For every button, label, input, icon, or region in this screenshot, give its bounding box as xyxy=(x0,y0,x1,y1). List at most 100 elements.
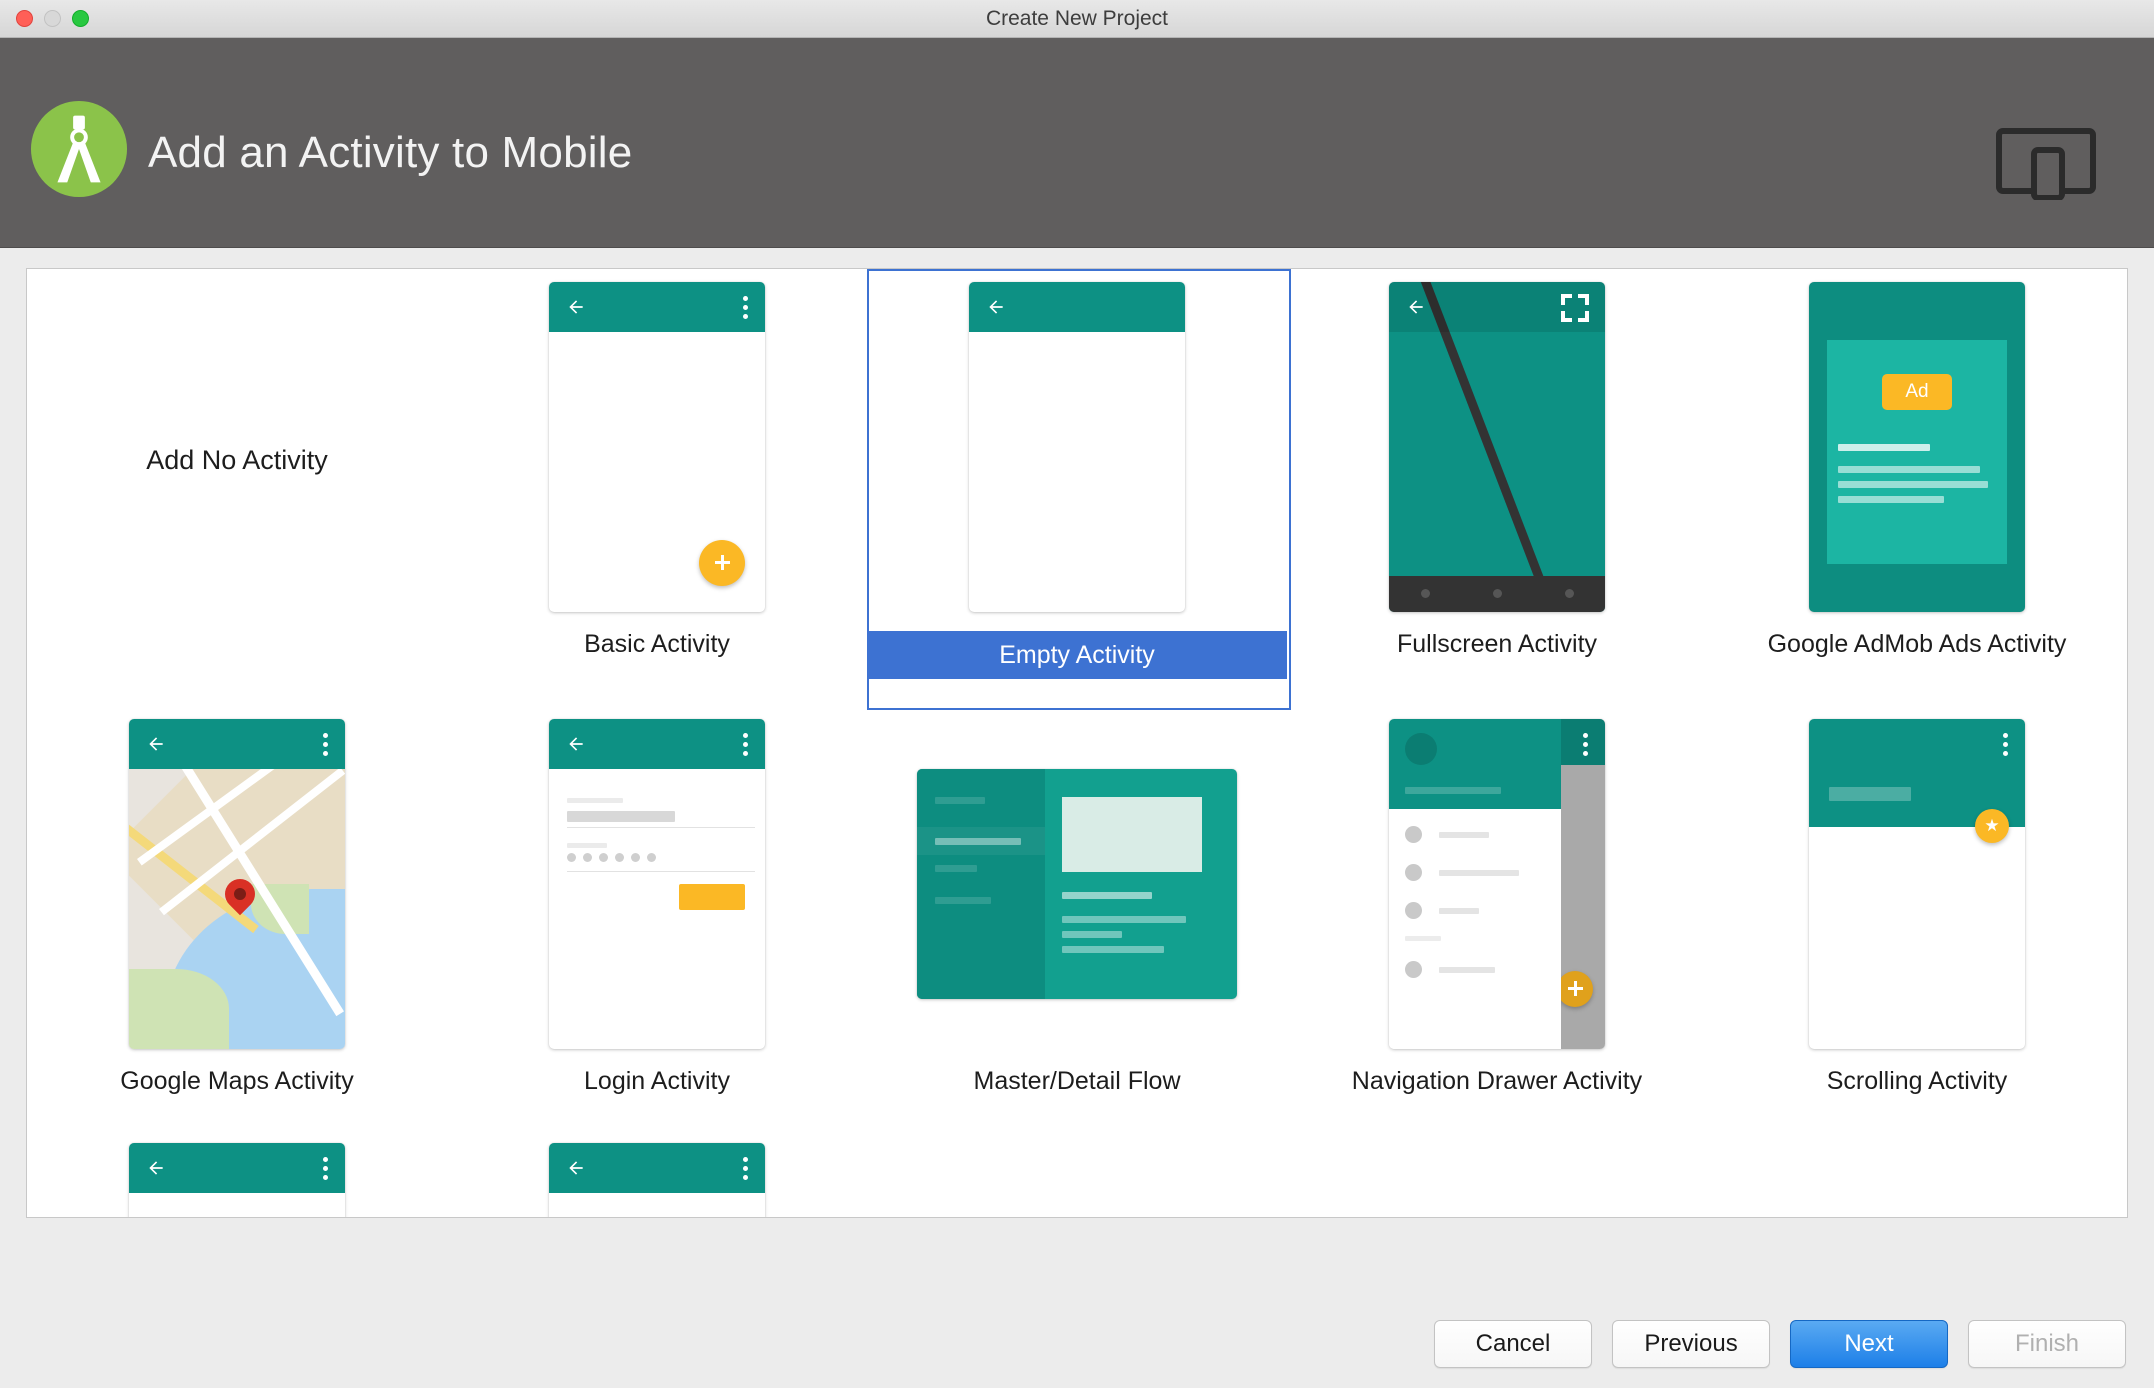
activity-thumbnail-login xyxy=(549,718,765,1049)
avatar xyxy=(1405,732,1437,765)
navigation-drawer-panel xyxy=(1389,718,1561,1049)
activity-thumbnail-wrapper: ★ xyxy=(1707,706,2127,1061)
map-park-area xyxy=(129,968,229,1049)
back-arrow-icon xyxy=(569,736,583,751)
activity-label-selected: Empty Activity xyxy=(867,631,1287,679)
activity-gallery-panel[interactable]: Add No Activity Basic Activity Empty Act… xyxy=(26,268,2128,1218)
overflow-menu-icon xyxy=(1583,732,1588,760)
password-dots xyxy=(567,852,656,862)
activity-card-basic-activity[interactable]: Basic Activity xyxy=(447,269,867,706)
activity-thumbnail-wrapper xyxy=(27,1143,447,1217)
activity-card-partial[interactable] xyxy=(27,1143,447,1217)
activity-label: Navigation Drawer Activity xyxy=(1351,1067,1643,1095)
activity-thumbnail-wrapper: Ad xyxy=(1707,269,2127,624)
collapsing-toolbar-title xyxy=(1829,786,1911,801)
floating-action-button-icon xyxy=(699,539,745,586)
dialog-button-row: Cancel Previous Next Finish xyxy=(1434,1320,2126,1368)
ad-text-line xyxy=(1838,465,1980,473)
activity-thumbnail-wrapper xyxy=(27,706,447,1061)
activity-thumbnail-fullscreen xyxy=(1389,281,1605,612)
activity-grid: Add No Activity Basic Activity Empty Act… xyxy=(27,269,2127,1217)
activity-thumbnail-maps xyxy=(129,718,345,1049)
activity-card-partial[interactable] xyxy=(447,1143,867,1217)
activity-card-fullscreen-activity[interactable]: Fullscreen Activity xyxy=(1287,269,1707,706)
email-field-label xyxy=(567,797,623,803)
map-preview xyxy=(129,768,345,1049)
activity-label: Login Activity xyxy=(584,1067,730,1095)
back-arrow-icon xyxy=(569,1161,583,1175)
create-new-project-window: Create New Project Add an Activity to Mo… xyxy=(0,0,2154,1388)
detail-text-line xyxy=(1062,945,1164,953)
ad-text-line xyxy=(1838,443,1930,451)
activity-card-navigation-drawer-activity[interactable]: Navigation Drawer Activity xyxy=(1287,706,1707,1143)
activity-card-master-detail-flow[interactable]: Master/Detail Flow xyxy=(867,706,1287,1143)
activity-label: Google Maps Activity xyxy=(120,1067,354,1095)
system-navigation-bar xyxy=(1389,575,1605,612)
activity-thumbnail-partial xyxy=(129,1143,345,1217)
activity-thumbnail-admob: Ad xyxy=(1809,281,2025,612)
activity-thumbnail-wrapper xyxy=(867,706,1287,1061)
drawer-account-name xyxy=(1405,786,1501,794)
drawer-header xyxy=(1389,718,1561,809)
master-list-item xyxy=(935,896,991,904)
activity-card-empty-activity[interactable]: Empty Activity xyxy=(867,269,1291,710)
activity-label: Fullscreen Activity xyxy=(1396,630,1598,658)
drawer-item-label xyxy=(1439,831,1489,838)
dialog-header: Add an Activity to Mobile xyxy=(0,38,2154,248)
page-title: Add an Activity to Mobile xyxy=(148,128,633,177)
drawer-item-label xyxy=(1439,869,1519,876)
finish-button: Finish xyxy=(1968,1320,2126,1368)
password-field-underline xyxy=(567,870,755,872)
activity-card-add-no-activity[interactable]: Add No Activity xyxy=(27,269,447,706)
drawer-item-icon xyxy=(1405,863,1422,881)
next-button[interactable]: Next xyxy=(1790,1320,1948,1368)
floating-action-button-icon xyxy=(1557,970,1593,1007)
email-field-underline xyxy=(567,826,755,828)
window-titlebar: Create New Project xyxy=(0,0,2154,38)
activity-thumbnail-masterdetail xyxy=(917,768,1237,999)
floating-action-button-icon: ★ xyxy=(1975,808,2009,843)
activity-thumbnail-wrapper xyxy=(447,269,867,624)
activity-label: Add No Activity xyxy=(146,445,328,475)
activity-card-admob-activity[interactable]: Ad Google AdMob Ads Activity xyxy=(1707,269,2127,706)
previous-button[interactable]: Previous xyxy=(1612,1320,1770,1368)
drawer-item-icon xyxy=(1405,901,1422,919)
activity-label: Scrolling Activity xyxy=(1826,1067,2008,1095)
back-arrow-icon xyxy=(149,1161,163,1175)
drawer-item-label xyxy=(1439,907,1479,914)
password-field-label xyxy=(567,842,607,848)
window-title: Create New Project xyxy=(985,7,1169,30)
overflow-menu-icon xyxy=(743,732,748,760)
activity-card-login-activity[interactable]: Login Activity xyxy=(447,706,867,1143)
activity-card-scrolling-activity[interactable]: ★ Scrolling Activity xyxy=(1707,706,2127,1143)
back-arrow-icon xyxy=(1409,299,1423,314)
cancel-button[interactable]: Cancel xyxy=(1434,1320,1592,1368)
activity-label: Basic Activity xyxy=(584,630,730,658)
activity-thumbnail-partial xyxy=(549,1143,765,1217)
master-list-item xyxy=(935,864,977,872)
activity-card-google-maps-activity[interactable]: Google Maps Activity xyxy=(27,706,447,1143)
detail-text-line xyxy=(1062,891,1152,899)
drawer-item-icon xyxy=(1405,960,1422,978)
drawer-item-icon xyxy=(1405,825,1422,843)
back-arrow-icon xyxy=(569,299,583,314)
activity-thumbnail-empty xyxy=(969,281,1185,612)
ad-text-line xyxy=(1838,480,1988,488)
android-studio-logo-icon xyxy=(30,100,128,198)
overflow-menu-icon xyxy=(323,1157,328,1184)
ad-content-card: Ad xyxy=(1827,339,2007,564)
activity-label: Master/Detail Flow xyxy=(973,1067,1181,1095)
master-list-item-selected xyxy=(917,826,1045,855)
detail-text-line xyxy=(1062,915,1186,923)
activity-label: Google AdMob Ads Activity xyxy=(1767,630,2067,658)
fullscreen-expand-icon xyxy=(1561,293,1589,322)
overflow-menu-icon xyxy=(743,1157,748,1184)
detail-image-block xyxy=(1062,796,1202,872)
dialog-footer: Cancel Previous Next Finish xyxy=(0,1222,2154,1388)
activity-thumbnail-scrolling: ★ xyxy=(1809,718,2025,1049)
ad-text-line xyxy=(1838,495,1944,503)
detail-text-line xyxy=(1062,930,1122,938)
activity-thumbnail-wrapper xyxy=(447,1143,867,1217)
master-list-item xyxy=(935,796,985,804)
overflow-menu-icon xyxy=(743,295,748,323)
